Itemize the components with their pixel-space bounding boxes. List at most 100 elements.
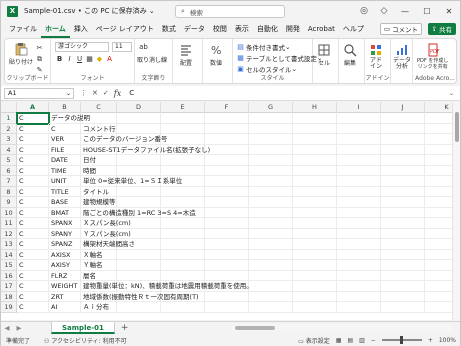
cell-i[interactable] — [337, 218, 381, 229]
row-number[interactable]: 11 — [1, 218, 17, 229]
cell-a[interactable]: C — [17, 281, 49, 292]
tab-help[interactable]: ヘルプ — [339, 21, 368, 38]
cell-h[interactable] — [293, 260, 337, 271]
cell-i[interactable] — [337, 270, 381, 281]
cell-h[interactable] — [293, 270, 337, 281]
addins-button[interactable]: アド イン — [369, 43, 383, 70]
accessibility-status[interactable]: ⚇ アクセシビリティ: 利用不可 — [44, 336, 127, 345]
cell-b[interactable]: C — [49, 123, 81, 134]
cell-h[interactable] — [293, 228, 337, 239]
row-number[interactable]: 16 — [1, 270, 17, 281]
fill-color-icon[interactable]: ◆ — [95, 55, 104, 64]
cell-e[interactable] — [161, 228, 205, 239]
cell-i[interactable] — [337, 239, 381, 250]
tab-insert[interactable]: 挿入 — [70, 21, 92, 38]
cell-b[interactable]: SPANZ — [49, 239, 81, 250]
cell-b[interactable]: BASE — [49, 197, 81, 208]
cell-b[interactable]: SPANY — [49, 228, 81, 239]
cell-c[interactable]: Ｘ軸名 — [81, 249, 117, 260]
cell-d[interactable] — [117, 302, 161, 313]
cell-g[interactable] — [249, 155, 293, 166]
column-header[interactable]: J — [381, 102, 425, 113]
column-header[interactable]: C — [81, 102, 117, 113]
cell-f[interactable] — [205, 186, 249, 197]
tab-acrobat[interactable]: Acrobat — [304, 21, 339, 38]
cell-d[interactable] — [117, 260, 161, 271]
cell-j[interactable] — [381, 176, 425, 187]
cell-d[interactable] — [117, 123, 161, 134]
cell-e[interactable] — [161, 155, 205, 166]
cell-i[interactable] — [337, 197, 381, 208]
cell-j[interactable] — [381, 239, 425, 250]
cell-h[interactable] — [293, 123, 337, 134]
cell-a[interactable]: C — [17, 186, 49, 197]
display-settings-button[interactable]: ▭ 表示設定 — [298, 336, 330, 345]
cell-g[interactable] — [249, 218, 293, 229]
row-number[interactable]: 13 — [1, 239, 17, 250]
cell-c[interactable]: 階ごとの構造種別 1=RC 3=S 4=木造 — [81, 207, 196, 218]
cell-i[interactable] — [337, 207, 381, 218]
share-button[interactable]: ⇪ 共有 — [427, 23, 456, 35]
cancel-icon[interactable]: ✕ — [92, 89, 98, 97]
cell-a[interactable]: C — [17, 302, 49, 313]
cell-a[interactable]: C — [17, 249, 49, 260]
row-number[interactable]: 18 — [1, 291, 17, 302]
cell-j[interactable] — [381, 281, 425, 292]
text-effects-icon[interactable]: ab — [139, 43, 148, 52]
cell-e[interactable] — [161, 123, 205, 134]
cell-j[interactable] — [381, 302, 425, 313]
row-number[interactable]: 3 — [1, 134, 17, 145]
cell-h[interactable] — [293, 281, 337, 292]
copilot-icon[interactable]: ◎ — [354, 6, 374, 16]
tab-formulas[interactable]: 数式 — [158, 21, 180, 38]
zoom-in-icon[interactable]: + — [428, 337, 433, 344]
cell-f[interactable] — [205, 123, 249, 134]
page-layout-view-icon[interactable]: ▤ — [347, 337, 353, 344]
tab-page-layout[interactable]: ページ レイアウト — [92, 21, 158, 38]
cell-b[interactable]: TITLE — [49, 186, 81, 197]
cell-c[interactable]: 建物重量(単位：kN)、積載荷重は地震用積載荷重を使用。 — [81, 281, 253, 292]
cell-j[interactable] — [381, 270, 425, 281]
cell-j[interactable] — [381, 291, 425, 302]
cell-c[interactable]: 建物規模等 — [81, 197, 117, 208]
cell-g[interactable] — [249, 281, 293, 292]
diamond-icon[interactable]: ◇ — [374, 6, 394, 16]
horizontal-scroll-thumb[interactable] — [235, 326, 275, 330]
zoom-level[interactable]: 100% — [439, 337, 456, 344]
cell-c[interactable]: HOUSE-ST1データファイル名(拡張子なし) — [81, 144, 210, 155]
cell-h[interactable] — [293, 113, 337, 124]
cell-f[interactable] — [205, 218, 249, 229]
font-size-select[interactable]: 11 — [112, 42, 132, 52]
data-analysis-button[interactable]: データ 分析 — [393, 43, 411, 70]
number-format-button[interactable]: % 数値 — [209, 43, 223, 67]
cell-f[interactable] — [205, 302, 249, 313]
cell-i[interactable] — [337, 165, 381, 176]
row-number[interactable]: 17 — [1, 281, 17, 292]
cell-f[interactable] — [205, 165, 249, 176]
cells-button[interactable]: セル — [317, 43, 331, 67]
row-number[interactable]: 9 — [1, 197, 17, 208]
vertical-scrollbar[interactable] — [452, 102, 460, 320]
zoom-out-icon[interactable]: − — [371, 337, 376, 344]
sheet-tab-sample-01[interactable]: Sample-01 — [51, 321, 115, 334]
cell-a[interactable]: C — [16, 112, 50, 125]
cell-j[interactable] — [381, 134, 425, 145]
horizontal-scrollbar[interactable] — [231, 324, 451, 331]
cell-i[interactable] — [337, 228, 381, 239]
normal-view-icon[interactable]: ▦ — [336, 337, 342, 344]
bold-button[interactable]: B — [55, 55, 64, 64]
cell-i[interactable] — [337, 186, 381, 197]
next-sheet-icon[interactable]: ▶ — [13, 324, 25, 332]
minimize-button[interactable]: — — [394, 7, 416, 16]
cell-h[interactable] — [293, 302, 337, 313]
editing-button[interactable]: 編集 — [343, 43, 357, 67]
column-header[interactable]: A — [17, 102, 49, 113]
cell-f[interactable] — [205, 228, 249, 239]
select-all-corner[interactable] — [1, 102, 17, 113]
cell-e[interactable] — [161, 186, 205, 197]
cell-j[interactable] — [381, 260, 425, 271]
row-number[interactable]: 6 — [1, 165, 17, 176]
cell-a[interactable]: C — [17, 291, 49, 302]
cell-e[interactable] — [161, 270, 205, 281]
underline-button[interactable]: U — [75, 55, 84, 64]
